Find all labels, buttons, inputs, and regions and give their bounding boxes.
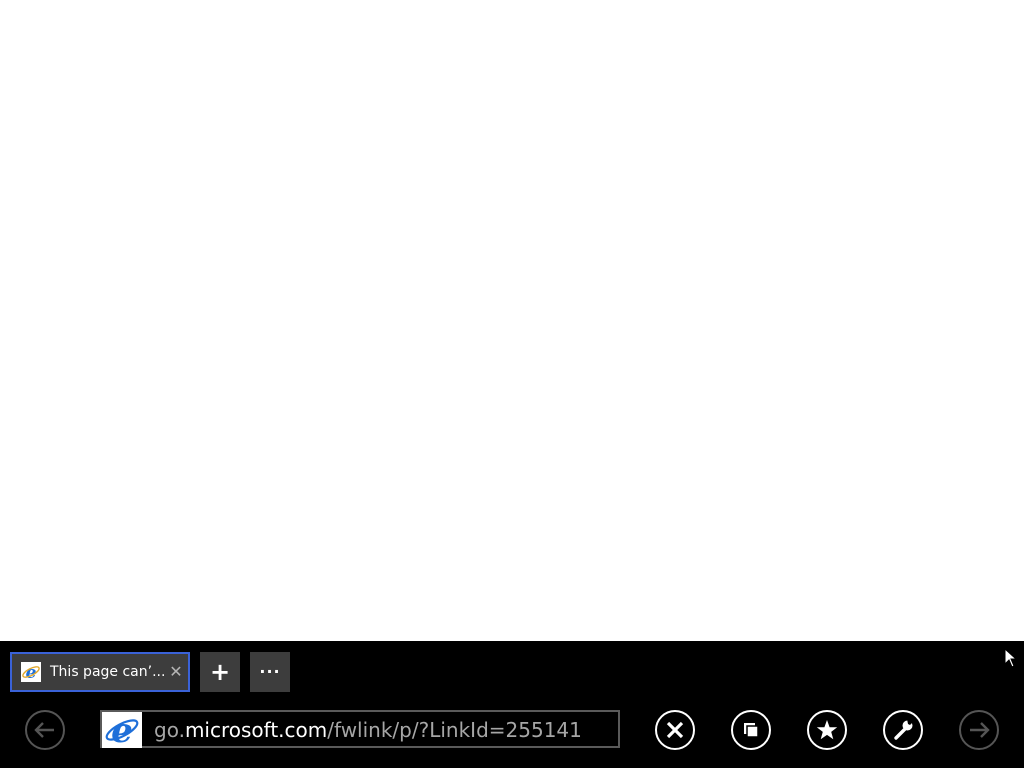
forward-arrow-icon bbox=[970, 722, 990, 738]
tab-active[interactable]: e This page can’... ✕ bbox=[10, 652, 190, 692]
ie-logo-icon: e bbox=[102, 712, 142, 748]
url-prefix: go. bbox=[154, 718, 185, 742]
forward-button[interactable] bbox=[959, 710, 999, 750]
app-bar: e This page can’... ✕ + ··· e go.microso… bbox=[0, 641, 1024, 768]
favorites-button[interactable] bbox=[807, 710, 847, 750]
ie-logo-icon: e bbox=[21, 662, 41, 682]
url-domain: microsoft.com bbox=[184, 718, 328, 742]
svg-text:e: e bbox=[111, 712, 133, 748]
star-icon bbox=[816, 720, 838, 740]
tab-close-button[interactable]: ✕ bbox=[166, 654, 186, 690]
stop-button[interactable] bbox=[655, 710, 695, 750]
new-tab-button[interactable]: + bbox=[200, 652, 240, 692]
tab-options-button[interactable]: ··· bbox=[250, 652, 290, 692]
pin-icon bbox=[744, 723, 759, 738]
address-url[interactable]: go.microsoft.com/fwlink/p/?LinkId=255141 bbox=[154, 712, 582, 748]
address-bar[interactable]: e go.microsoft.com/fwlink/p/?LinkId=2551… bbox=[100, 710, 620, 748]
url-path: /fwlink/p/?LinkId=255141 bbox=[327, 718, 582, 742]
tab-title: This page can’... bbox=[50, 664, 166, 680]
wrench-icon bbox=[894, 719, 913, 740]
mouse-cursor-icon bbox=[1004, 648, 1018, 668]
svg-text:e: e bbox=[26, 663, 37, 682]
back-arrow-icon bbox=[34, 722, 54, 738]
close-icon bbox=[666, 721, 684, 739]
back-button[interactable] bbox=[25, 710, 65, 750]
page-content bbox=[0, 0, 1024, 641]
pin-site-button[interactable] bbox=[731, 710, 771, 750]
page-tools-button[interactable] bbox=[883, 710, 923, 750]
